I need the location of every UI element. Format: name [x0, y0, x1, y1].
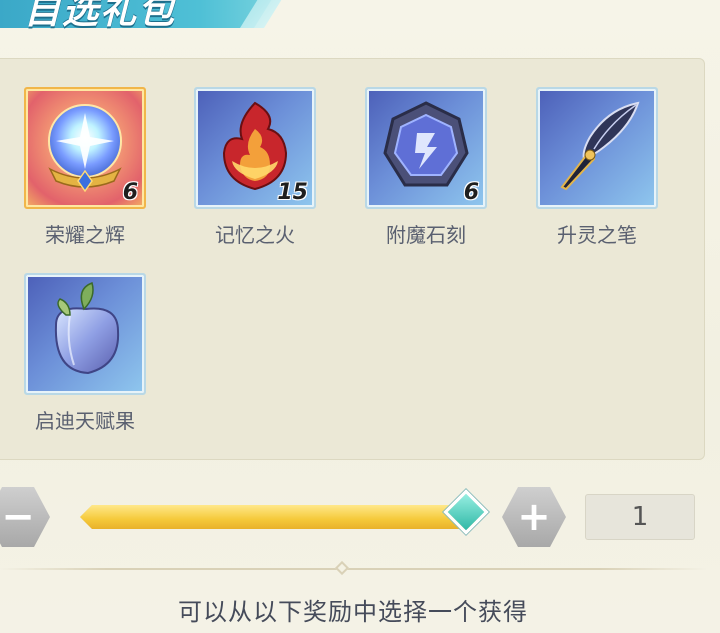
divider	[0, 568, 706, 570]
reward-item-frame: 6	[365, 87, 487, 209]
reward-name: 记忆之火	[215, 223, 295, 247]
reward-item-frame	[536, 87, 658, 209]
reward-item-glory-radiance[interactable]: 6 荣耀之辉	[22, 87, 148, 248]
reward-count: 15	[277, 180, 308, 205]
reward-name: 启迪天赋果	[35, 409, 135, 433]
reward-item-frame	[24, 273, 146, 395]
reward-item-memory-fire[interactable]: 15 记忆之火	[192, 87, 318, 248]
quantity-slider[interactable]	[80, 505, 480, 529]
reward-count: 6	[122, 180, 138, 205]
reward-item-frame: 6	[24, 87, 146, 209]
page-title: 自选礼包	[24, 0, 177, 32]
reward-name: 升灵之笔	[557, 223, 637, 247]
quill-pen-icon	[560, 101, 640, 191]
reward-count: 6	[463, 180, 479, 205]
reward-panel: 6 荣耀之辉 15 记忆之火 6 附魔石刻 升灵之笔 启迪天赋果	[0, 58, 705, 460]
slider-fill	[80, 505, 476, 529]
reward-item-ascension-pen[interactable]: 升灵之笔	[534, 87, 660, 248]
reward-item-frame: 15	[194, 87, 316, 209]
quantity-field[interactable]: 1	[585, 494, 695, 540]
reward-item-enchant-rune[interactable]: 6 附魔石刻	[363, 87, 489, 248]
talent-fruit-icon	[54, 282, 120, 375]
reward-name: 附魔石刻	[386, 223, 466, 247]
reward-name: 荣耀之辉	[45, 223, 125, 247]
reward-item-talent-fruit[interactable]: 启迪天赋果	[22, 273, 148, 434]
selection-hint: 可以从以下奖励中选择一个获得	[178, 598, 528, 626]
